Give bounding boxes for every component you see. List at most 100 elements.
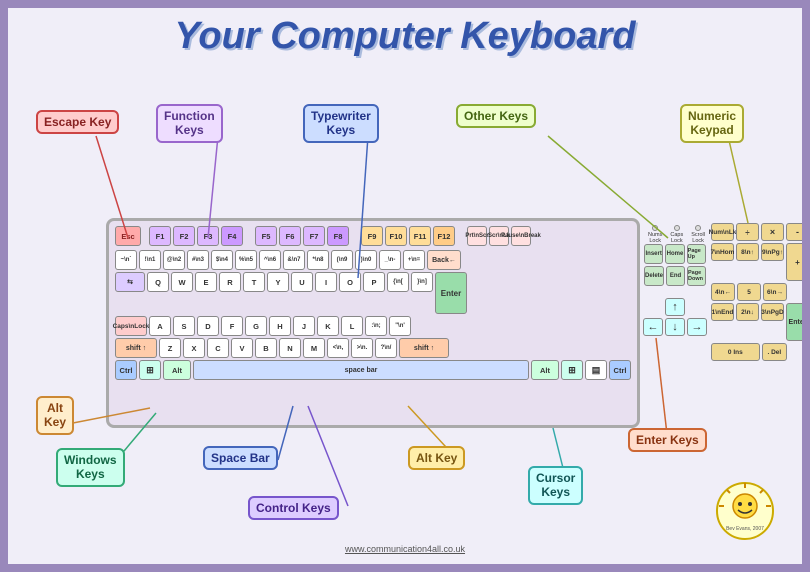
key-period[interactable]: >\n. — [351, 338, 373, 358]
key-n[interactable]: N — [279, 338, 301, 358]
key-f6[interactable]: F6 — [279, 226, 301, 246]
key-lbracket[interactable]: {\n[ — [387, 272, 409, 292]
key-c[interactable]: C — [207, 338, 229, 358]
key-numlock[interactable]: Num\nLk — [711, 223, 734, 241]
key-1[interactable]: !\n1 — [139, 250, 161, 270]
key-esc[interactable]: Esc — [115, 226, 141, 246]
key-h[interactable]: H — [269, 316, 291, 336]
key-t[interactable]: T — [243, 272, 265, 292]
key-f2[interactable]: F2 — [173, 226, 195, 246]
key-d[interactable]: D — [197, 316, 219, 336]
key-space[interactable]: space bar — [193, 360, 529, 380]
key-z[interactable]: Z — [159, 338, 181, 358]
key-f9[interactable]: F9 — [361, 226, 383, 246]
key-num0[interactable]: 0 Ins — [711, 343, 760, 361]
key-left[interactable]: ← — [643, 318, 663, 336]
key-comma[interactable]: <\n, — [327, 338, 349, 358]
key-l[interactable]: L — [341, 316, 363, 336]
key-numplus[interactable]: + — [786, 243, 809, 281]
key-delete[interactable]: Delete — [644, 266, 664, 286]
key-e[interactable]: E — [195, 272, 217, 292]
key-numminus[interactable]: - — [786, 223, 809, 241]
key-f11[interactable]: F11 — [409, 226, 431, 246]
key-f7[interactable]: F7 — [303, 226, 325, 246]
key-up[interactable]: ↑ — [665, 298, 685, 316]
key-f5[interactable]: F5 — [255, 226, 277, 246]
key-capslock[interactable]: Caps\nLock — [115, 316, 147, 336]
key-pause[interactable]: Pause\nBreak — [511, 226, 531, 246]
key-shift-left[interactable]: shift ↑ — [115, 338, 157, 358]
key-o[interactable]: O — [339, 272, 361, 292]
key-numdiv[interactable]: ÷ — [736, 223, 759, 241]
key-a[interactable]: A — [149, 316, 171, 336]
key-nummul[interactable]: × — [761, 223, 784, 241]
key-s[interactable]: S — [173, 316, 195, 336]
key-0[interactable]: )\n0 — [355, 250, 377, 270]
key-f1[interactable]: F1 — [149, 226, 171, 246]
key-menu[interactable]: ▤ — [585, 360, 607, 380]
key-f[interactable]: F — [221, 316, 243, 336]
key-j[interactable]: J — [293, 316, 315, 336]
key-g[interactable]: G — [245, 316, 267, 336]
key-num1[interactable]: 1\nEnd — [711, 303, 734, 321]
key-m[interactable]: M — [303, 338, 325, 358]
key-home[interactable]: Home — [665, 244, 684, 264]
key-7[interactable]: &\n7 — [283, 250, 305, 270]
key-y[interactable]: Y — [267, 272, 289, 292]
key-down[interactable]: ↓ — [665, 318, 685, 336]
key-enter[interactable]: Enter — [435, 272, 467, 314]
key-win-left[interactable]: ⊞ — [139, 360, 161, 380]
key-k[interactable]: K — [317, 316, 339, 336]
key-f3[interactable]: F3 — [197, 226, 219, 246]
key-num2[interactable]: 2\n↓ — [736, 303, 759, 321]
key-backspace[interactable]: Back← — [427, 250, 461, 270]
key-rbracket[interactable]: }\n] — [411, 272, 433, 292]
key-w[interactable]: W — [171, 272, 193, 292]
key-4[interactable]: $\n4 — [211, 250, 233, 270]
key-quote[interactable]: "\n' — [389, 316, 411, 336]
key-alt-right[interactable]: Alt — [531, 360, 559, 380]
key-num6[interactable]: 6\n→ — [763, 283, 787, 301]
key-numenter[interactable]: Enter — [786, 303, 809, 341]
key-3[interactable]: #\n3 — [187, 250, 209, 270]
key-q[interactable]: Q — [147, 272, 169, 292]
key-num4[interactable]: 4\n← — [711, 283, 735, 301]
key-ctrl-left[interactable]: Ctrl — [115, 360, 137, 380]
key-5[interactable]: %\n5 — [235, 250, 257, 270]
key-v[interactable]: V — [231, 338, 253, 358]
key-semicolon[interactable]: :\n; — [365, 316, 387, 336]
key-minus[interactable]: _\n- — [379, 250, 401, 270]
key-end[interactable]: End — [666, 266, 685, 286]
key-u[interactable]: U — [291, 272, 313, 292]
key-f4[interactable]: F4 — [221, 226, 243, 246]
key-num5[interactable]: 5 — [737, 283, 761, 301]
key-f12[interactable]: F12 — [433, 226, 455, 246]
key-9[interactable]: (\n9 — [331, 250, 353, 270]
key-alt-left[interactable]: Alt — [163, 360, 191, 380]
key-prtscr[interactable]: Prt\nScr — [467, 226, 487, 246]
key-8[interactable]: *\n8 — [307, 250, 329, 270]
key-numdot[interactable]: . Del — [762, 343, 787, 361]
key-backtick[interactable]: ~\n` — [115, 250, 137, 270]
key-num7[interactable]: 7\nHom — [711, 243, 734, 261]
key-pagedown[interactable]: Page Down — [687, 266, 706, 286]
key-f10[interactable]: F10 — [385, 226, 407, 246]
key-i[interactable]: I — [315, 272, 337, 292]
key-x[interactable]: X — [183, 338, 205, 358]
key-win-right[interactable]: ⊞ — [561, 360, 583, 380]
key-tab[interactable]: ⇆ — [115, 272, 145, 292]
key-f8[interactable]: F8 — [327, 226, 349, 246]
key-num8[interactable]: 8\n↑ — [736, 243, 759, 261]
key-ctrl-right[interactable]: Ctrl — [609, 360, 631, 380]
key-right[interactable]: → — [687, 318, 707, 336]
key-pageup[interactable]: Page Up — [687, 244, 706, 264]
key-equals[interactable]: +\n= — [403, 250, 425, 270]
key-r[interactable]: R — [219, 272, 241, 292]
key-6[interactable]: ^\n6 — [259, 250, 281, 270]
key-insert[interactable]: Insert — [644, 244, 663, 264]
key-num9[interactable]: 9\nPg↑ — [761, 243, 784, 261]
key-2[interactable]: @\n2 — [163, 250, 185, 270]
key-slash[interactable]: ?\n/ — [375, 338, 397, 358]
key-p[interactable]: P — [363, 272, 385, 292]
key-num3[interactable]: 3\nPgD — [761, 303, 784, 321]
